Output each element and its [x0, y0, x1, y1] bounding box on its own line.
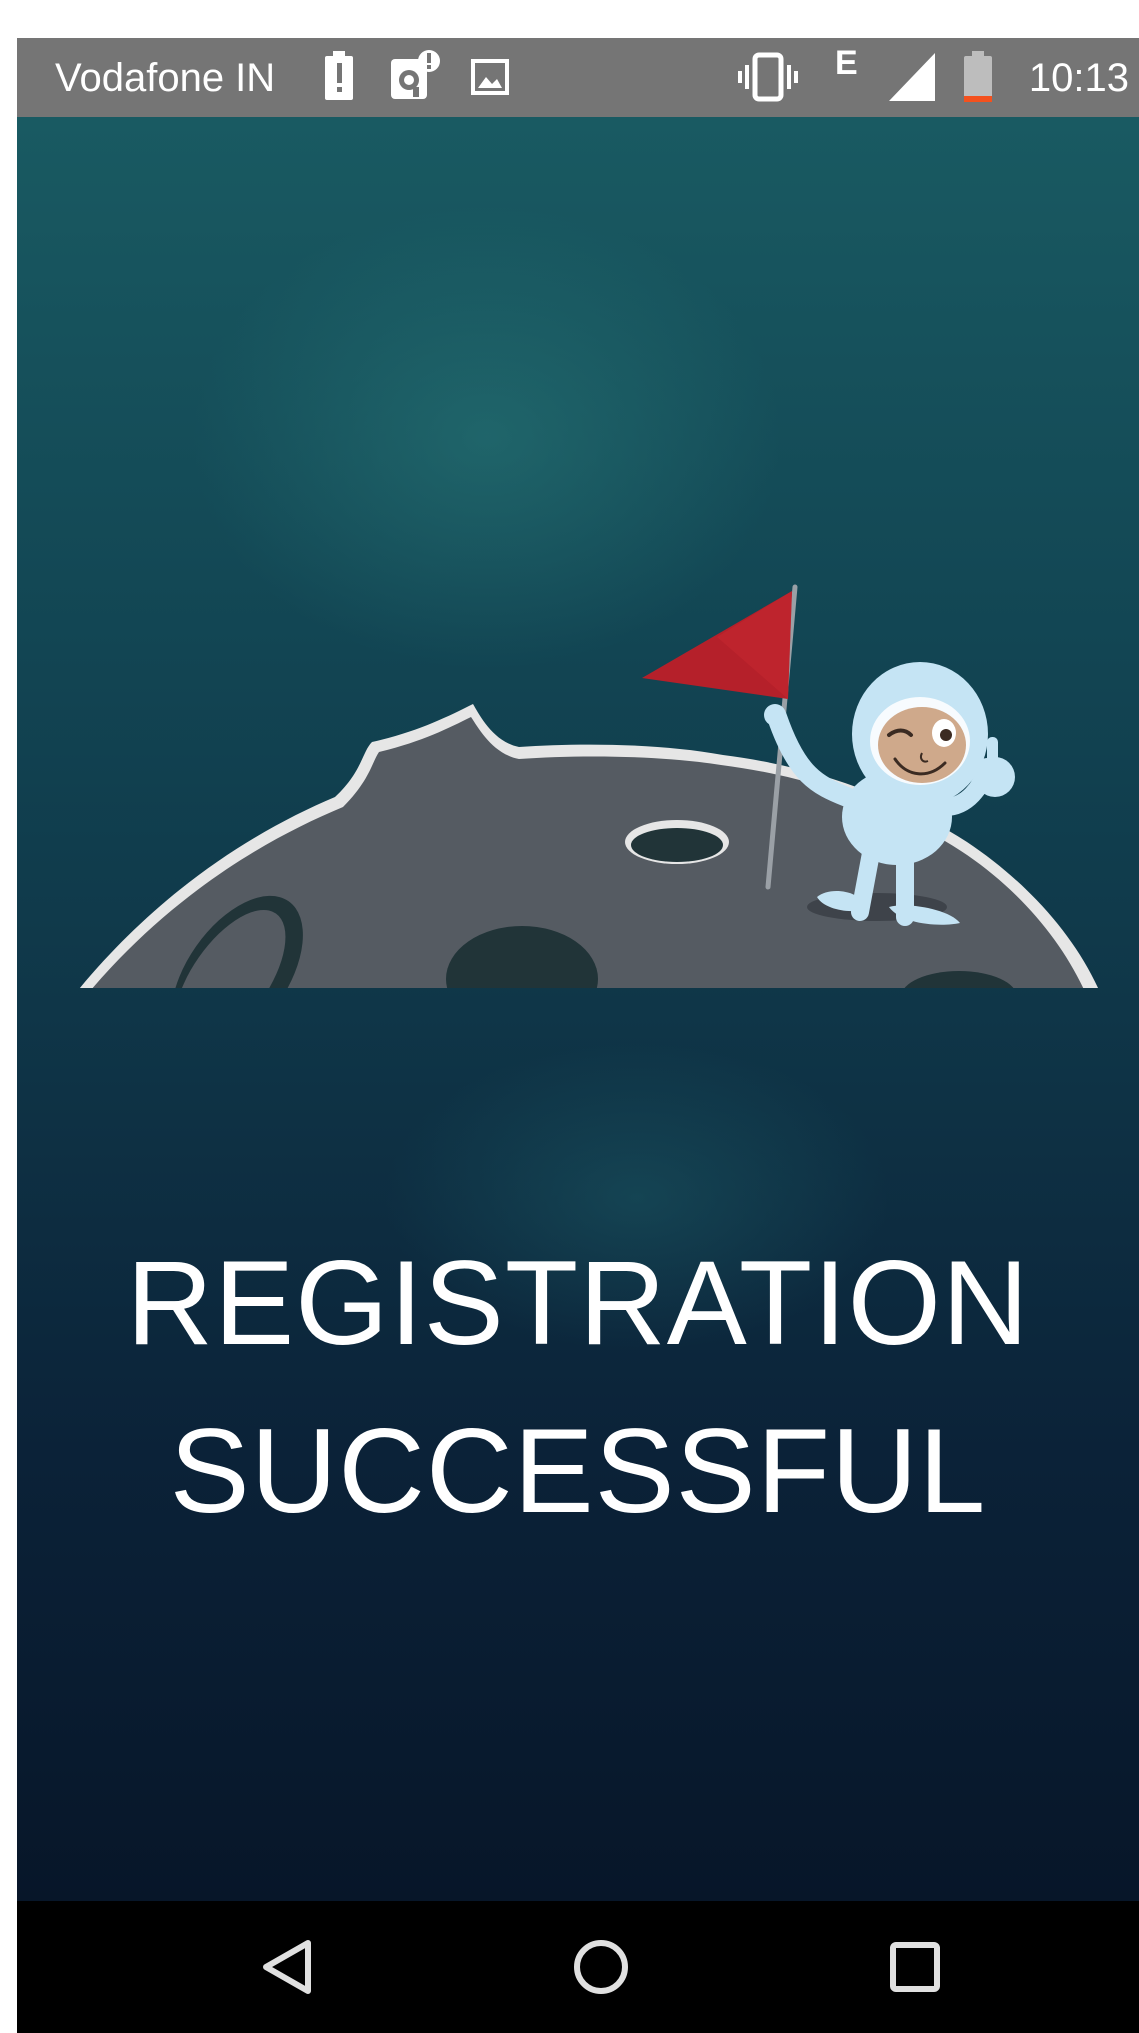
phone-screen: Vodafone IN E 10:13 REGISTRATION SUCCESS…	[17, 38, 1139, 2033]
vibrate-icon	[737, 49, 799, 109]
notification-alert-icon	[387, 49, 443, 109]
recents-icon	[890, 1942, 940, 1992]
battery-low-icon	[961, 49, 995, 109]
crater-right	[904, 971, 1014, 988]
clock: 10:13	[1028, 56, 1129, 100]
home-button[interactable]	[541, 1901, 661, 2033]
network-type-icon: E	[835, 44, 858, 82]
message-line-2: SUCCESSFUL	[169, 1404, 987, 1538]
astronaut-on-moon-illustration	[79, 584, 1098, 988]
crater-middle	[446, 926, 598, 988]
message-line-1: REGISTRATION	[126, 1236, 1030, 1370]
astronaut-face	[878, 707, 966, 783]
registration-success-message: REGISTRATION SUCCESSFUL	[17, 1219, 1139, 1555]
navigation-bar	[17, 1901, 1139, 2033]
recents-button[interactable]	[855, 1901, 975, 2033]
carrier-name: Vodafone IN	[55, 56, 276, 100]
home-icon	[574, 1940, 628, 1994]
back-icon	[263, 1940, 311, 1994]
status-bar: Vodafone IN E 10:13	[17, 38, 1139, 117]
image-icon	[469, 49, 513, 109]
signal-icon	[887, 49, 937, 109]
battery-alert-icon	[322, 49, 356, 107]
back-button[interactable]	[228, 1901, 348, 2033]
registration-success-screen: REGISTRATION SUCCESSFUL	[17, 117, 1139, 1901]
